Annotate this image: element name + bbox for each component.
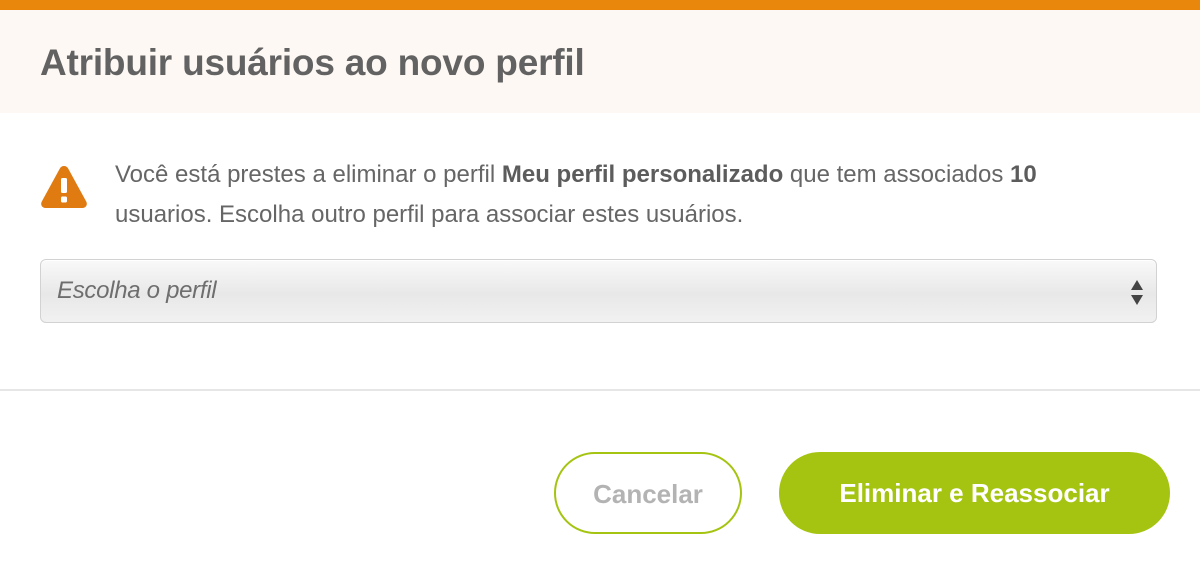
profile-select[interactable]: Escolha o perfil	[40, 259, 1157, 323]
warning-text-end: usuarios. Escolha outro perfil para asso…	[115, 201, 744, 228]
dialog-header: Atribuir usuários ao novo perfil	[0, 10, 1200, 113]
dialog-title: Atribuir usuários ao novo perfil	[40, 42, 585, 83]
warning-text-start: Você está prestes a eliminar o perfil	[115, 161, 502, 188]
warning-message: Você está prestes a eliminar o perfil Me…	[115, 155, 1115, 235]
warning-text-middle: que tem associados	[783, 161, 1011, 188]
delete-and-reassign-button[interactable]: Eliminar e Reassociar	[779, 452, 1170, 534]
profile-select-placeholder: Escolha o perfil	[57, 277, 217, 304]
user-count: 10	[1010, 161, 1037, 188]
assign-users-dialog: Atribuir usuários ao novo perfil Você es…	[0, 0, 1200, 574]
select-arrows-icon	[1131, 280, 1143, 305]
profile-name: Meu perfil personalizado	[501, 161, 784, 188]
footer-divider	[0, 389, 1200, 391]
cancel-button[interactable]: Cancelar	[554, 452, 742, 534]
warning-triangle-icon	[41, 166, 87, 208]
accent-bar	[0, 0, 1200, 10]
